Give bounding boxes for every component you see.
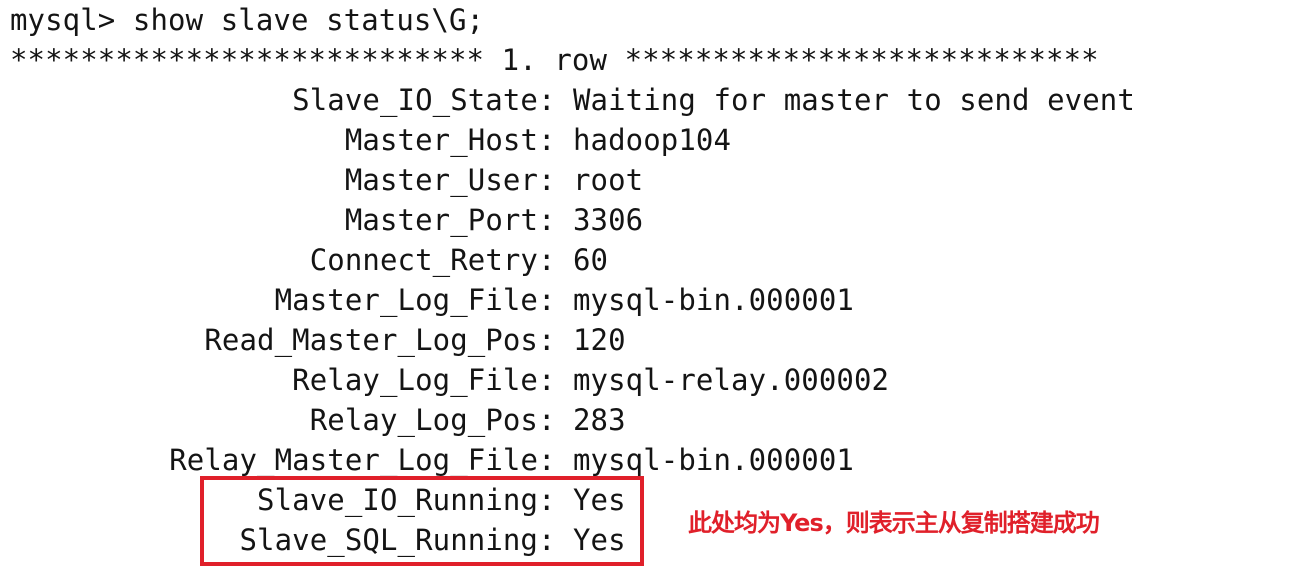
field-separator: : [538,123,574,157]
field-separator: : [538,403,574,437]
field-key: Master_Log_File [274,283,538,317]
status-field-row: Slave_IO_State: Waiting for master to se… [10,80,1290,120]
field-value: mysql-bin.000001 [573,283,854,317]
field-value: hadoop104 [573,123,732,157]
field-value: Waiting for master to send event [573,83,1135,117]
status-field-row: Master_Log_File: mysql-bin.000001 [10,280,1290,320]
status-field-row: Relay_Master_Log_File: mysql-bin.000001 [10,440,1290,480]
field-separator: : [538,323,574,357]
field-value: root [573,163,644,197]
field-value: 60 [573,243,609,277]
field-key: Relay_Master_Log_File [169,443,538,477]
status-field-row: Read_Master_Log_Pos: 120 [10,320,1290,360]
field-key: Master_Port [344,203,538,237]
field-separator: : [538,283,574,317]
field-value: 283 [573,403,626,437]
running-status-highlight-box [200,476,644,566]
status-field-row: Master_User: root [10,160,1290,200]
command-line: mysql> show slave status\G; [10,0,484,40]
annotation-note: 此处均为Yes，则表示主从复制搭建成功 [688,509,1100,537]
field-key: Master_Host [344,123,538,157]
field-key: Connect_Retry [309,243,538,277]
row-header: *************************** 1. row *****… [10,43,1099,77]
field-separator: : [538,83,574,117]
field-separator: : [538,163,574,197]
field-separator: : [538,363,574,397]
field-key: Relay_Log_Pos [309,403,538,437]
command-text: show slave status\G; [132,3,485,37]
status-field-row: Relay_Log_Pos: 283 [10,400,1290,440]
field-key: Master_User [344,163,538,197]
field-value: 3306 [573,203,644,237]
field-separator: : [538,243,574,277]
status-field-row: Connect_Retry: 60 [10,240,1290,280]
status-field-row: Master_Host: hadoop104 [10,120,1290,160]
field-value: 120 [573,323,626,357]
status-field-row: Relay_Log_File: mysql-relay.000002 [10,360,1290,400]
status-field-row: Master_Port: 3306 [10,200,1290,240]
field-key: Slave_IO_State [292,83,538,117]
field-key: Read_Master_Log_Pos [204,323,538,357]
field-separator: : [538,443,574,477]
field-value: mysql-bin.000001 [573,443,854,477]
field-key: Relay_Log_File [292,363,538,397]
field-value: mysql-relay.000002 [573,363,890,397]
field-separator: : [538,203,574,237]
terminal-output: mysql> show slave status\G; ************… [10,0,1135,557]
mysql-prompt: mysql> [10,3,133,37]
